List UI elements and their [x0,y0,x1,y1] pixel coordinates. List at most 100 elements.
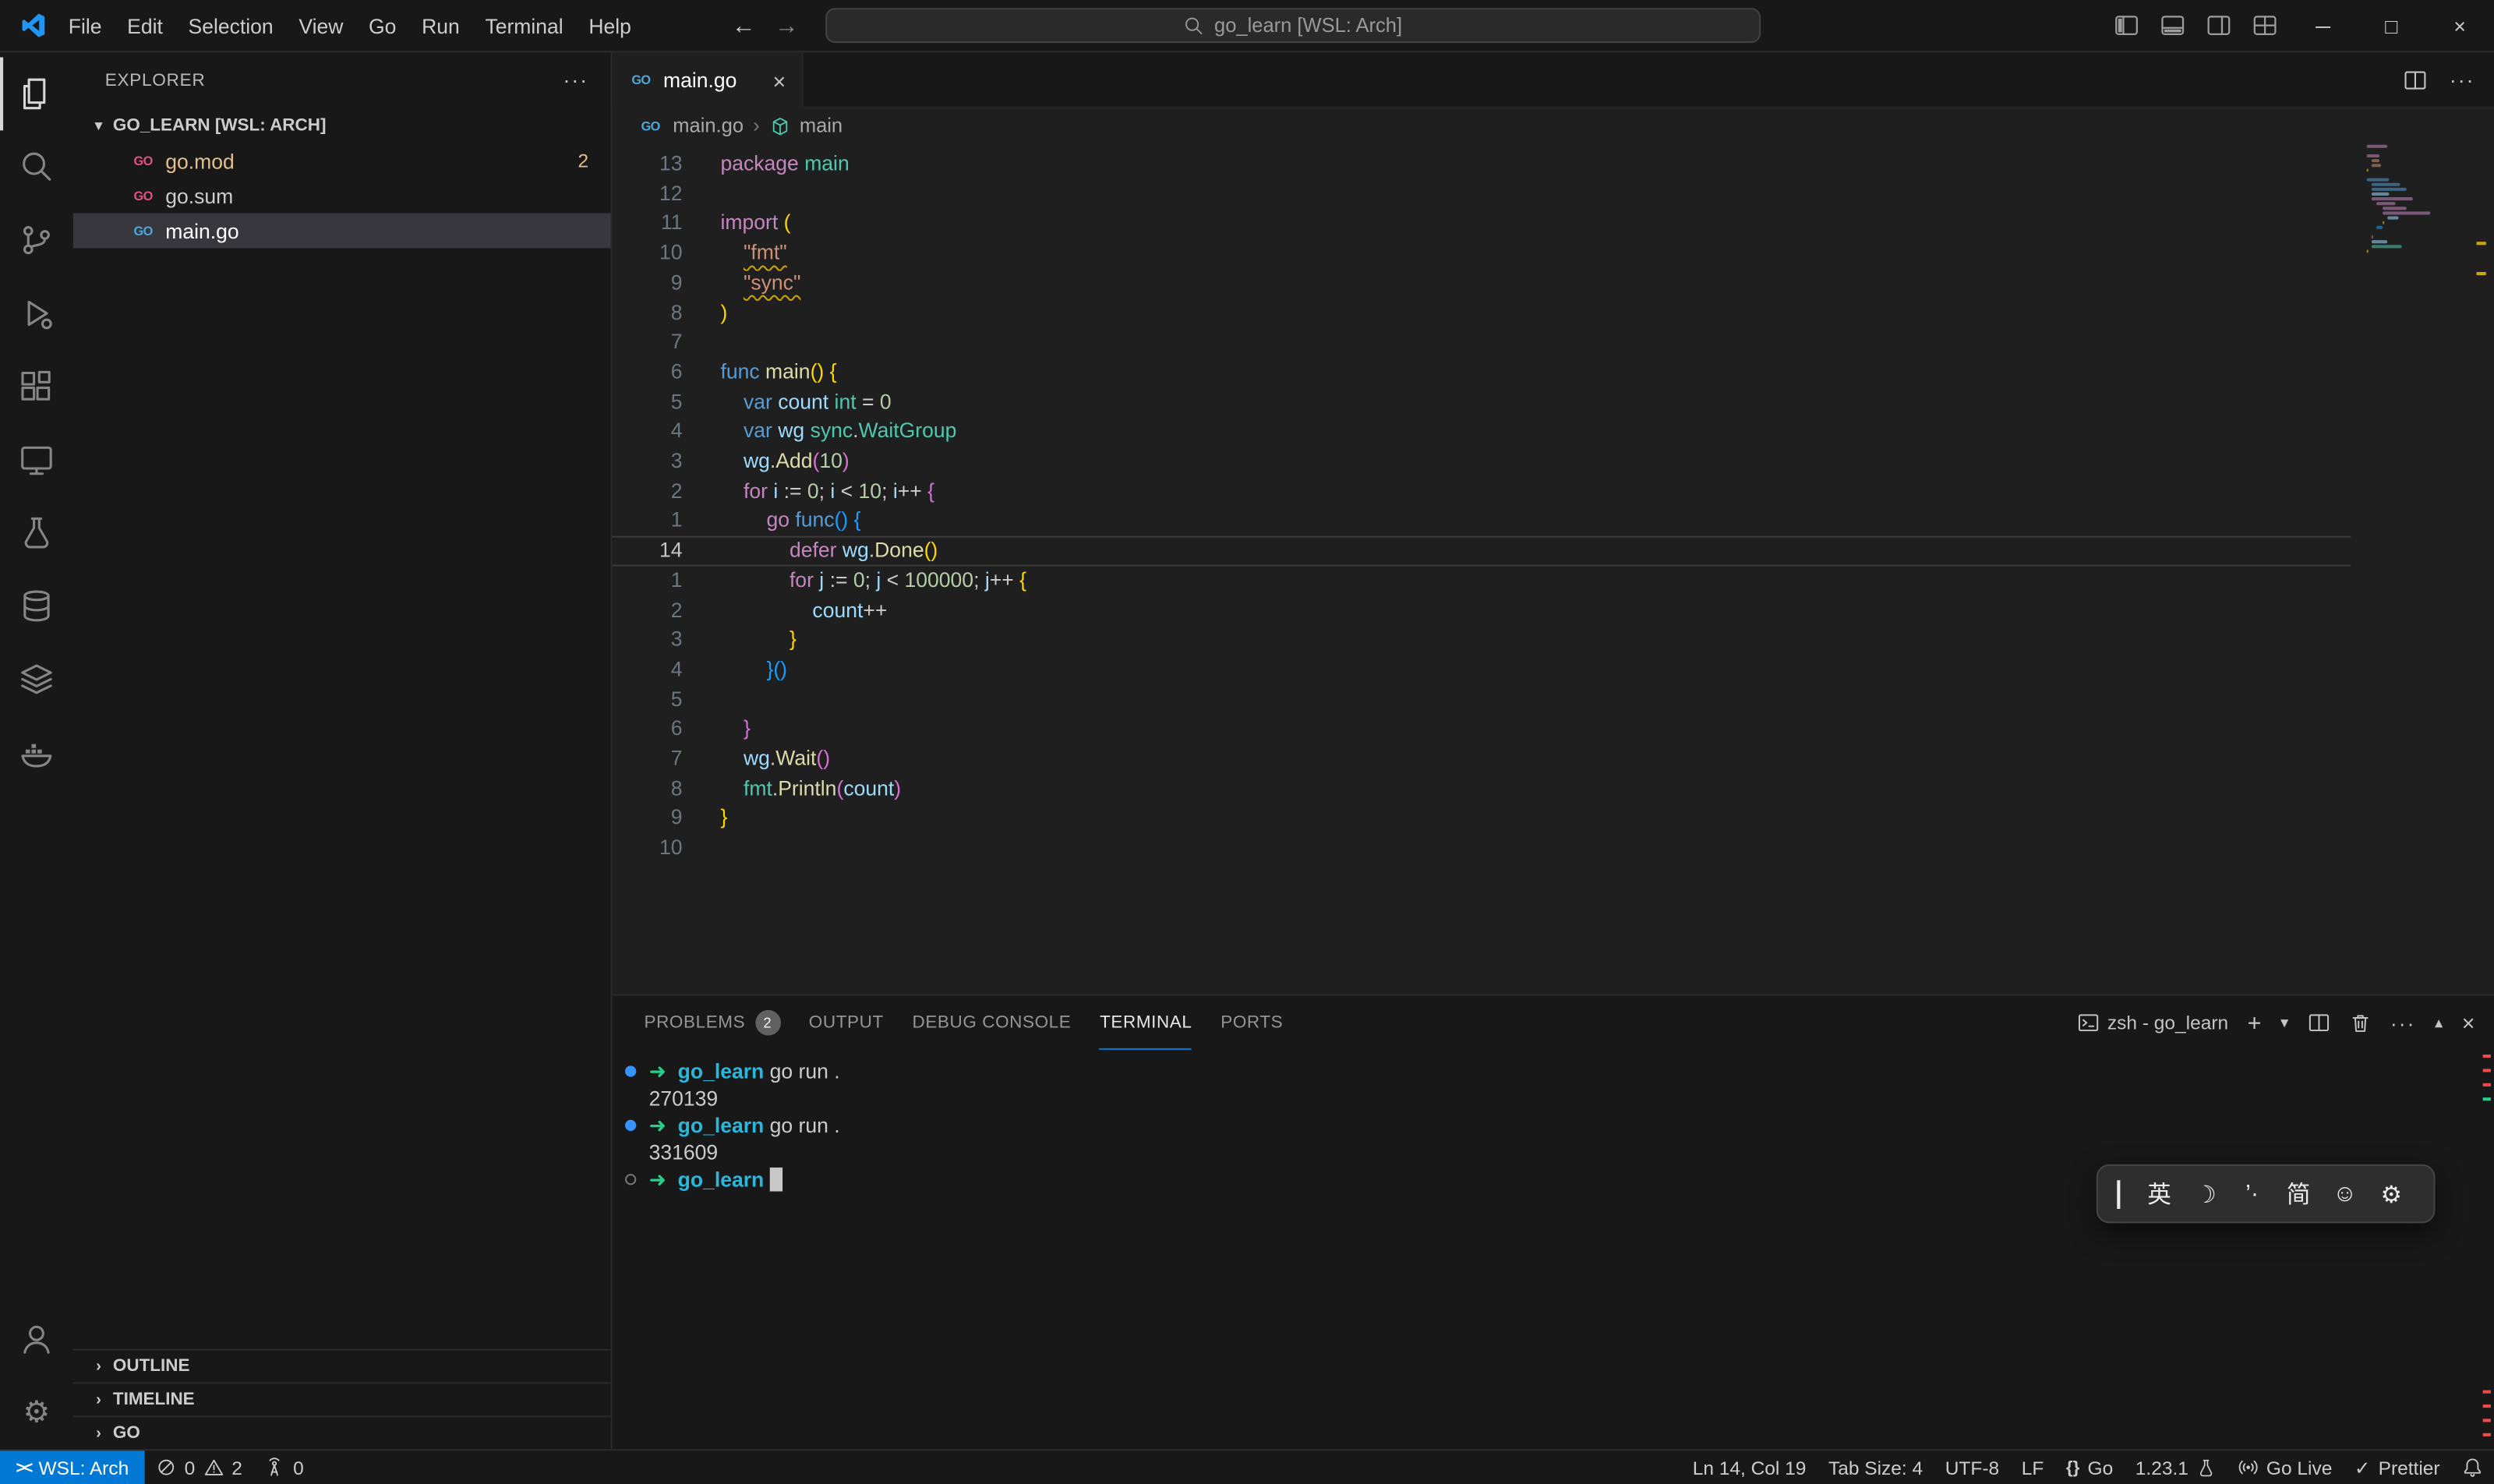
kill-terminal-icon[interactable] [2349,1012,2372,1034]
code-line[interactable]: 9} [613,804,2351,834]
terminal-instance-label[interactable]: zsh - go_learn [2077,1012,2228,1034]
code-line[interactable]: 11import ( [613,209,2351,238]
menu-go[interactable]: Go [356,9,409,42]
activity-remote-explorer-icon[interactable] [0,423,73,496]
activity-source-control-icon[interactable] [0,203,73,277]
back-arrow-icon[interactable]: ← [732,12,756,39]
settings-gear-icon[interactable]: ⚙ [0,1376,73,1449]
code-line[interactable]: 10 "fmt" [613,238,2351,268]
command-center-search[interactable]: go_learn [WSL: Arch] [825,8,1761,43]
panel-tab-ports[interactable]: PORTS [1221,996,1283,1050]
editor-more-actions-icon[interactable]: ··· [2450,69,2475,93]
minimize-button[interactable]: ─ [2289,0,2358,52]
split-terminal-icon[interactable] [2308,1012,2330,1034]
section-go[interactable]: ›GO [73,1415,611,1449]
encoding[interactable]: UTF-8 [1934,1450,2010,1484]
go-version[interactable]: 1.23.1 [2125,1450,2227,1484]
code-line[interactable]: 1 for j := 0; j < 100000; j++ { [613,566,2351,595]
ime-halfwidth-moon-icon[interactable]: ☽ [2182,1179,2229,1208]
eol-sequence[interactable]: LF [2010,1450,2054,1484]
toggle-secondary-sidebar-icon[interactable] [2206,12,2232,38]
menu-run[interactable]: Run [409,9,472,42]
terminal-row[interactable]: ➜ go_learn go run . [624,1112,2494,1140]
terminal-row[interactable]: 331609 [624,1139,2494,1166]
code-line[interactable]: 8 fmt.Println(count) [613,774,2351,804]
notifications-bell[interactable] [2451,1450,2494,1484]
tab-main-go[interactable]: GO main.go × [613,52,804,108]
minimap[interactable] [2367,145,2469,260]
code-line[interactable]: 4 }() [613,655,2351,685]
folder-root[interactable]: ▾ GO_LEARN [WSL: ARCH] [73,108,611,143]
indentation[interactable]: Tab Size: 4 [1818,1450,1934,1484]
code-line[interactable]: 4 var wg sync.WaitGroup [613,417,2351,447]
toggle-sidebar-icon[interactable] [2114,12,2139,38]
split-editor-icon[interactable] [2404,69,2428,93]
maximize-button[interactable]: □ [2357,0,2425,52]
ime-language-button[interactable]: 英 [2136,1177,2183,1210]
activity-extensions-icon[interactable] [0,350,73,423]
file-row-go-mod[interactable]: GO go.mod 2 [73,143,611,178]
code-line[interactable]: 12 [613,179,2351,209]
code-line[interactable]: 7 wg.Wait() [613,744,2351,774]
customize-layout-icon[interactable] [2252,12,2278,38]
menu-view[interactable]: View [286,9,356,42]
breadcrumb-file[interactable]: main.go [673,115,744,137]
code-line[interactable]: 6 } [613,715,2351,744]
panel-more-actions-icon[interactable]: ··· [2390,1011,2416,1035]
tab-close-icon[interactable]: × [772,68,786,94]
file-row-main-go[interactable]: GO main.go [73,213,611,248]
code-line[interactable]: 8) [613,299,2351,328]
new-terminal-icon[interactable]: + [2248,1009,2262,1037]
activity-search-icon[interactable] [0,130,73,203]
terminal-row[interactable]: 270139 [624,1085,2494,1112]
close-window-button[interactable]: × [2425,0,2494,52]
code-line[interactable]: 3 wg.Add(10) [613,447,2351,477]
ime-punctuation-button[interactable]: ’· [2229,1180,2276,1207]
activity-database-icon[interactable] [0,570,73,643]
problems-status[interactable]: 0 2 [145,1450,254,1484]
panel-tab-terminal[interactable]: TERMINAL [1100,996,1192,1050]
activity-explorer-icon[interactable] [0,57,73,130]
code-line[interactable]: 6func main() { [613,358,2351,387]
code-line[interactable]: 1 go func() { [613,507,2351,536]
accounts-icon[interactable] [0,1302,73,1376]
panel-tab-problems[interactable]: PROBLEMS2 [645,996,781,1050]
activity-testing-icon[interactable] [0,496,73,570]
ports-status[interactable]: 0 [253,1450,315,1484]
code-line[interactable]: 3 } [613,626,2351,655]
ime-settings-icon[interactable]: ⚙ [2368,1179,2415,1208]
panel-tab-output[interactable]: OUTPUT [809,996,884,1050]
ime-simplified-button[interactable]: 简 [2275,1177,2322,1210]
prettier-status[interactable]: ✓Prettier [2344,1450,2451,1484]
language-mode[interactable]: {}Go [2055,1450,2125,1484]
menu-terminal[interactable]: Terminal [472,9,576,42]
file-row-go-sum[interactable]: GO go.sum [73,178,611,214]
code-line[interactable]: 5 var count int = 0 [613,387,2351,417]
activity-docker-icon[interactable] [0,716,73,789]
toggle-panel-icon[interactable] [2160,12,2185,38]
panel-tab-debug-console[interactable]: DEBUG CONSOLE [913,996,1072,1050]
breadcrumb-symbol[interactable]: main [800,115,843,137]
activity-layers-icon[interactable] [0,642,73,716]
menu-file[interactable]: File [55,9,114,42]
section-timeline[interactable]: ›TIMELINE [73,1382,611,1415]
terminal-dropdown-icon[interactable]: ▾ [2280,1014,2288,1031]
ime-emoji-button[interactable]: ☺ [2322,1180,2369,1207]
code-line[interactable]: 10 [613,834,2351,864]
explorer-more-actions-icon[interactable]: ··· [563,69,588,93]
go-live-button[interactable]: Go Live [2227,1450,2344,1484]
cursor-position[interactable]: Ln 14, Col 19 [1681,1450,1817,1484]
remote-indicator[interactable]: >< WSL: Arch [0,1450,145,1484]
code-line[interactable]: 2 count++ [613,595,2351,625]
menu-selection[interactable]: Selection [175,9,286,42]
code-line[interactable]: 7 [613,328,2351,358]
code-line[interactable]: 13package main [613,150,2351,179]
menu-help[interactable]: Help [576,9,644,42]
activity-run-debug-icon[interactable] [0,277,73,350]
code-line[interactable]: 5 [613,685,2351,715]
section-outline[interactable]: ›OUTLINE [73,1349,611,1383]
close-panel-icon[interactable]: × [2462,1010,2475,1036]
maximize-panel-icon[interactable]: ▴ [2435,1014,2443,1031]
menu-edit[interactable]: Edit [115,9,175,42]
terminal-row[interactable]: ➜ go_learn go run . [624,1058,2494,1085]
